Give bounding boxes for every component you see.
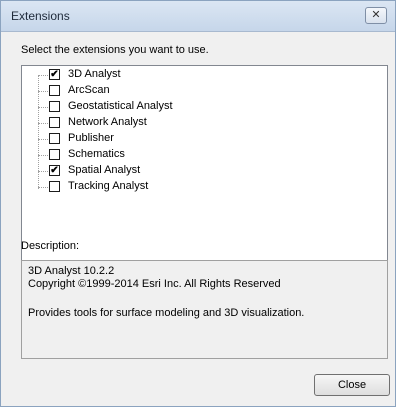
extension-item-spatial-analyst[interactable]: ✔ Spatial Analyst <box>38 163 338 179</box>
tree-branch <box>38 171 48 172</box>
extension-label: Network Analyst <box>68 116 147 128</box>
tree-branch <box>38 139 48 140</box>
description-text: Provides tools for surface modeling and … <box>28 307 305 319</box>
extensions-list[interactable]: ✔ 3D Analyst ArcScan Geostatistical Anal… <box>21 65 388 261</box>
extension-item-3d-analyst[interactable]: ✔ 3D Analyst <box>38 67 338 83</box>
description-title: 3D Analyst 10.2.2 <box>28 265 115 277</box>
extension-label: Spatial Analyst <box>68 164 141 176</box>
dialog-body: Select the extensions you want to use. ✔… <box>1 32 395 406</box>
extension-item-network-analyst[interactable]: Network Analyst <box>38 115 338 131</box>
extension-checkbox[interactable] <box>49 133 60 144</box>
extension-label: Geostatistical Analyst <box>68 100 173 112</box>
extension-checkbox[interactable] <box>49 149 60 160</box>
extension-item-schematics[interactable]: Schematics <box>38 147 338 163</box>
title-bar[interactable]: Extensions ✕ <box>1 1 395 32</box>
extension-checkbox[interactable]: ✔ <box>49 165 60 176</box>
extension-checkbox[interactable]: ✔ <box>49 69 60 80</box>
extension-label: Tracking Analyst <box>68 180 149 192</box>
extension-label: Publisher <box>68 132 114 144</box>
tree-branch <box>38 107 48 108</box>
extension-label: 3D Analyst <box>68 68 121 80</box>
instruction-text: Select the extensions you want to use. <box>21 44 209 56</box>
window-title: Extensions <box>11 9 70 23</box>
tree-branch <box>38 187 48 188</box>
close-icon[interactable]: ✕ <box>365 7 387 24</box>
tree-branch <box>38 123 48 124</box>
extension-item-publisher[interactable]: Publisher <box>38 131 338 147</box>
extension-checkbox[interactable] <box>49 181 60 192</box>
tree-branch <box>38 155 48 156</box>
description-copyright: Copyright ©1999-2014 Esri Inc. All Right… <box>28 278 281 290</box>
extension-label: Schematics <box>68 148 125 160</box>
tree-branch <box>38 91 48 92</box>
extension-checkbox[interactable] <box>49 85 60 96</box>
extension-item-tracking-analyst[interactable]: Tracking Analyst <box>38 179 338 195</box>
extension-item-geostatistical-analyst[interactable]: Geostatistical Analyst <box>38 99 338 115</box>
extensions-dialog: Extensions ✕ Select the extensions you w… <box>0 0 396 407</box>
extension-checkbox[interactable] <box>49 101 60 112</box>
extension-label: ArcScan <box>68 84 110 96</box>
description-label: Description: <box>21 240 80 252</box>
tree-branch <box>38 75 48 76</box>
description-box: 3D Analyst 10.2.2 Copyright ©1999-2014 E… <box>21 260 388 359</box>
extension-checkbox[interactable] <box>49 117 60 128</box>
close-button[interactable]: Close <box>314 374 390 396</box>
extension-item-arcscan[interactable]: ArcScan <box>38 83 338 99</box>
